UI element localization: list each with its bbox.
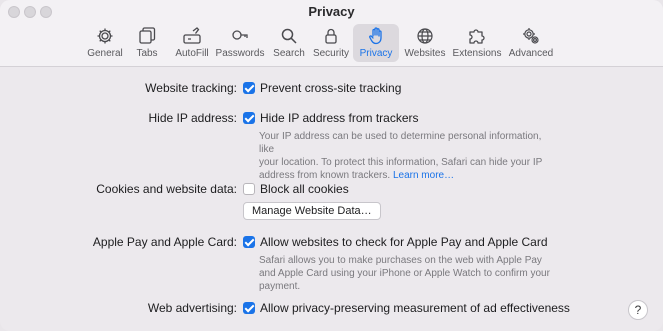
apple-pay-option[interactable]: Allow websites to check for Apple Pay an…: [260, 235, 548, 249]
tab-extensions[interactable]: Extensions: [451, 24, 503, 62]
tab-search-label: Search: [273, 48, 305, 59]
web-advertising-label: Web advertising:: [147, 301, 237, 315]
learn-more-link[interactable]: Learn more…: [393, 170, 454, 181]
apple-pay-help-line: Safari allows you to make purchases on t…: [259, 255, 542, 266]
hide-ip-help-line: address from known trackers. Learn more…: [259, 169, 559, 182]
ad-measurement-option[interactable]: Allow privacy-preserving measurement of …: [260, 301, 570, 315]
hide-ip-option[interactable]: Hide IP address from trackers: [260, 111, 419, 125]
tab-general-label: General: [87, 48, 123, 59]
puzzle-icon: [469, 29, 485, 44]
tab-autofill-label: AutoFill: [175, 48, 209, 59]
tab-security-label: Security: [312, 48, 350, 59]
tab-general[interactable]: General: [83, 24, 127, 62]
hide-ip-label: Hide IP address:: [148, 111, 238, 125]
hide-ip-help-text: Your IP address can be used to determine…: [259, 130, 559, 182]
key-icon: [232, 30, 248, 40]
tab-passwords[interactable]: Passwords: [215, 24, 265, 62]
tab-passwords-label: Passwords: [215, 48, 265, 59]
apple-pay-help-text: Safari allows you to make purchases on t…: [259, 254, 559, 293]
tab-search[interactable]: Search: [271, 24, 307, 62]
block-cookies-option[interactable]: Block all cookies: [260, 182, 349, 196]
prevent-tracking-checkbox[interactable]: [243, 82, 255, 94]
hide-ip-help-line: Your IP address can be used to determine…: [259, 131, 542, 155]
preferences-toolbar: General Tabs AutoFill Passwords Search S…: [83, 24, 555, 62]
cookies-label: Cookies and website data:: [96, 182, 237, 196]
preferences-window: Privacy General Tabs AutoFill Passwords …: [0, 0, 663, 331]
search-icon: [281, 28, 297, 44]
tab-tabs[interactable]: Tabs: [129, 24, 165, 62]
manage-website-data-button[interactable]: Manage Website Data…: [243, 202, 381, 220]
hide-ip-help-line-text: address from known trackers.: [259, 170, 391, 181]
tab-extensions-label: Extensions: [452, 48, 502, 59]
block-cookies-checkbox[interactable]: [243, 183, 255, 195]
autofill-icon: [183, 27, 201, 44]
ad-measurement-checkbox[interactable]: [243, 302, 255, 314]
globe-icon: [417, 28, 433, 44]
apple-pay-help-line: and Apple Card using your iPhone or Appl…: [259, 268, 550, 279]
tab-autofill[interactable]: AutoFill: [171, 24, 213, 62]
tab-privacy-label: Privacy: [359, 48, 393, 59]
tabs-icon: [139, 27, 156, 44]
help-button[interactable]: ?: [628, 300, 648, 320]
tab-security[interactable]: Security: [311, 24, 351, 62]
website-tracking-label: Website tracking:: [145, 81, 237, 95]
tab-tabs-label: Tabs: [136, 48, 158, 59]
window-title: Privacy: [308, 4, 355, 19]
gear-icon: [97, 28, 113, 44]
tab-advanced-label: Advanced: [508, 48, 554, 59]
apple-pay-label: Apple Pay and Apple Card:: [92, 235, 237, 249]
tab-privacy[interactable]: Privacy: [353, 24, 399, 62]
apple-pay-help-line: payment.: [259, 281, 301, 292]
hand-icon: [369, 27, 382, 45]
hide-ip-checkbox[interactable]: [243, 112, 255, 124]
tab-advanced[interactable]: Advanced: [507, 24, 555, 62]
privacy-pane: Website tracking: Prevent cross-site tra…: [0, 67, 663, 331]
titlebar: Privacy General Tabs AutoFill Passwords …: [0, 0, 663, 67]
lock-icon: [325, 28, 337, 44]
apple-pay-checkbox[interactable]: [243, 236, 255, 248]
tab-websites[interactable]: Websites: [403, 24, 447, 62]
tab-websites-label: Websites: [404, 48, 446, 59]
prevent-tracking-option[interactable]: Prevent cross-site tracking: [260, 81, 401, 95]
gears-icon: [523, 28, 539, 44]
hide-ip-help-line: your location. To protect this informati…: [259, 157, 543, 168]
